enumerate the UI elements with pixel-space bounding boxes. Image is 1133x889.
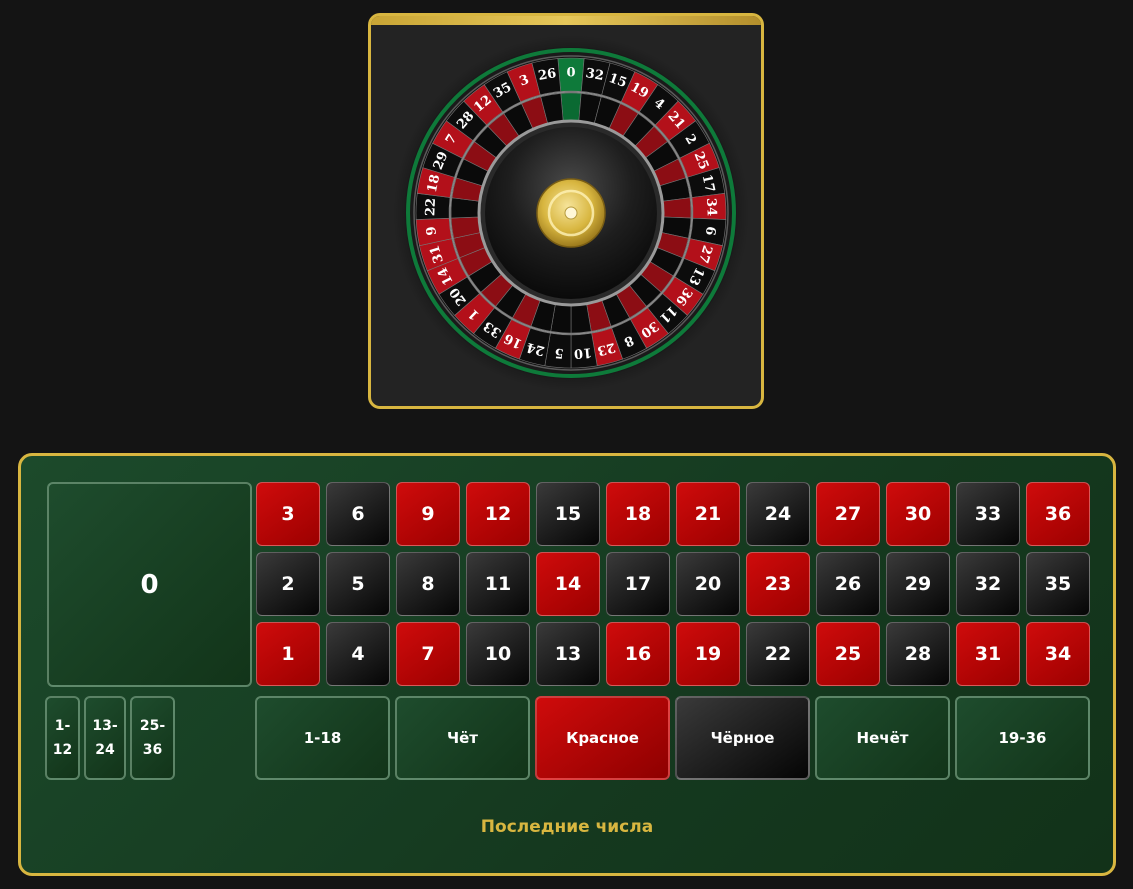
wheel-number-0: 0 <box>566 66 575 81</box>
bet-number-6[interactable]: 6 <box>326 482 390 546</box>
wheel-inner-pocket-34 <box>661 197 692 219</box>
bet-number-21[interactable]: 21 <box>676 482 740 546</box>
bet-number-16[interactable]: 16 <box>606 622 670 686</box>
bet-number-29[interactable]: 29 <box>886 552 950 616</box>
wheel-spindle <box>564 206 578 220</box>
dozen-3-line2: 36 <box>142 742 163 758</box>
bet-number-30[interactable]: 30 <box>886 482 950 546</box>
wheel-number-10: 10 <box>573 344 592 360</box>
bet-number-18[interactable]: 18 <box>606 482 670 546</box>
bet-zero[interactable]: 0 <box>47 482 252 687</box>
wheel-number-22: 22 <box>423 198 439 217</box>
bet-number-32[interactable]: 32 <box>956 552 1020 616</box>
bet-number-35[interactable]: 35 <box>1026 552 1090 616</box>
dozen-1-line2: 12 <box>52 742 73 758</box>
bet-number-24[interactable]: 24 <box>746 482 810 546</box>
wheel-number-6: 6 <box>702 225 718 236</box>
wheel-number-9: 9 <box>424 225 440 236</box>
dozen-2-line1: 13- <box>92 718 118 734</box>
last-numbers-title: Последние числа <box>480 817 654 837</box>
bet-number-28[interactable]: 28 <box>886 622 950 686</box>
bet-number-1[interactable]: 1 <box>256 622 320 686</box>
bet-1-18[interactable]: 1-18 <box>255 696 390 780</box>
bet-number-20[interactable]: 20 <box>676 552 740 616</box>
bet-number-11[interactable]: 11 <box>466 552 530 616</box>
wheel-number-5: 5 <box>554 345 564 361</box>
bet-number-2[interactable]: 2 <box>256 552 320 616</box>
bet-dozen-3[interactable]: 25- 36 <box>130 696 175 780</box>
betting-table: 0 3 6 9 12 15 18 21 24 27 30 33 36 2 5 8 11 14 17 20 23 26 29… <box>18 453 1116 876</box>
bet-number-36[interactable]: 36 <box>1026 482 1090 546</box>
bet-number-4[interactable]: 4 <box>326 622 390 686</box>
bet-dozen-2[interactable]: 13- 24 <box>84 696 126 780</box>
bet-number-33[interactable]: 33 <box>956 482 1020 546</box>
bet-number-31[interactable]: 31 <box>956 622 1020 686</box>
bet-number-14[interactable]: 14 <box>536 552 600 616</box>
wheel-number-34: 34 <box>703 198 719 217</box>
bet-number-23[interactable]: 23 <box>746 552 810 616</box>
bet-red[interactable]: Красное <box>535 696 670 780</box>
bet-number-12[interactable]: 12 <box>466 482 530 546</box>
wheel-number-26: 26 <box>537 66 557 84</box>
bet-number-9[interactable]: 9 <box>396 482 460 546</box>
bet-even[interactable]: Чёт <box>395 696 530 780</box>
bet-number-3[interactable]: 3 <box>256 482 320 546</box>
bet-number-13[interactable]: 13 <box>536 622 600 686</box>
wheel-inner-pocket-0 <box>560 92 582 122</box>
bet-number-19[interactable]: 19 <box>676 622 740 686</box>
bet-number-7[interactable]: 7 <box>396 622 460 686</box>
bet-19-36[interactable]: 19-36 <box>955 696 1090 780</box>
wheel-number-32: 32 <box>584 66 604 84</box>
dozen-3-line1: 25- <box>139 718 166 734</box>
bet-number-26[interactable]: 26 <box>816 552 880 616</box>
bet-number-8[interactable]: 8 <box>396 552 460 616</box>
bet-dozen-1[interactable]: 1- 12 <box>45 696 80 780</box>
bet-black[interactable]: Чёрное <box>675 696 810 780</box>
bet-number-17[interactable]: 17 <box>606 552 670 616</box>
bet-number-25[interactable]: 25 <box>816 622 880 686</box>
bet-number-27[interactable]: 27 <box>816 482 880 546</box>
bet-number-15[interactable]: 15 <box>536 482 600 546</box>
bet-odd[interactable]: Нечёт <box>815 696 950 780</box>
dozen-2-line2: 24 <box>95 742 115 758</box>
bet-number-10[interactable]: 10 <box>466 622 530 686</box>
bet-number-22[interactable]: 22 <box>746 622 810 686</box>
dozen-1-line1: 1- <box>54 718 71 734</box>
bet-number-34[interactable]: 34 <box>1026 622 1090 686</box>
bet-number-5[interactable]: 5 <box>326 552 390 616</box>
roulette-wheel-panel: 0 32 15 19 4 21 2 25 17 34 6 27 13 36 11 30 8 23 10 5 24 16 33… <box>368 13 764 409</box>
roulette-wheel: 0 32 15 19421225173462713361130823105241633… <box>393 35 749 391</box>
